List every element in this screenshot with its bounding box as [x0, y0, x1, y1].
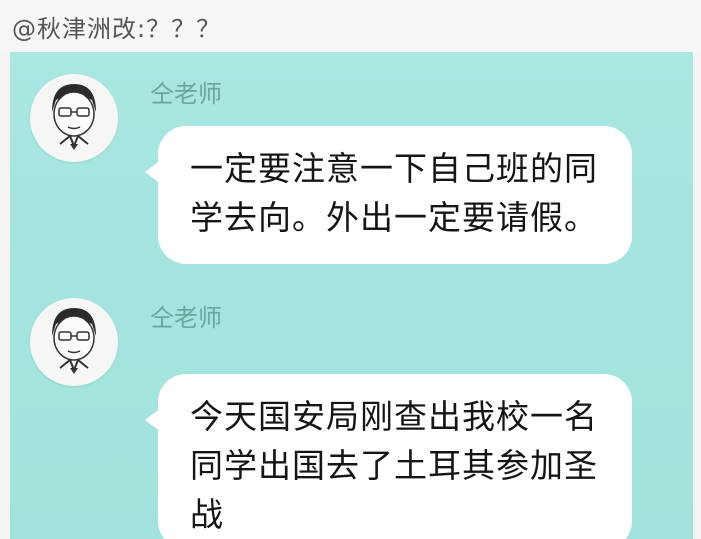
message-bubble[interactable]: 一定要注意一下自己班的同学去向。外出一定要请假。 — [145, 126, 632, 264]
teacher-avatar-icon — [52, 308, 96, 374]
bubble-tail — [145, 160, 161, 184]
message-text: 一定要注意一下自己班的同学去向。外出一定要请假。 — [190, 149, 598, 237]
teacher-avatar-icon — [52, 84, 96, 150]
sender-name: 仝老师 — [150, 304, 222, 332]
post-header: @秋津洲改:？？？ — [0, 0, 701, 52]
bubble-tail — [145, 408, 161, 432]
chat-panel: 仝老师 一定要注意一下自己班的同学去向。外出一定要请假。 仝老师 今天国安局刚查… — [10, 52, 693, 539]
sender-name: 仝老师 — [150, 80, 222, 108]
message-bubble[interactable]: 今天国安局刚查出我校一名同学出国去了土耳其参加圣战 — [145, 374, 632, 539]
avatar[interactable] — [30, 74, 118, 162]
mention-text[interactable]: @秋津洲改:？？？ — [12, 9, 221, 44]
message-text: 今天国安局刚查出我校一名同学出国去了土耳其参加圣战 — [190, 397, 598, 534]
avatar[interactable] — [30, 298, 118, 386]
